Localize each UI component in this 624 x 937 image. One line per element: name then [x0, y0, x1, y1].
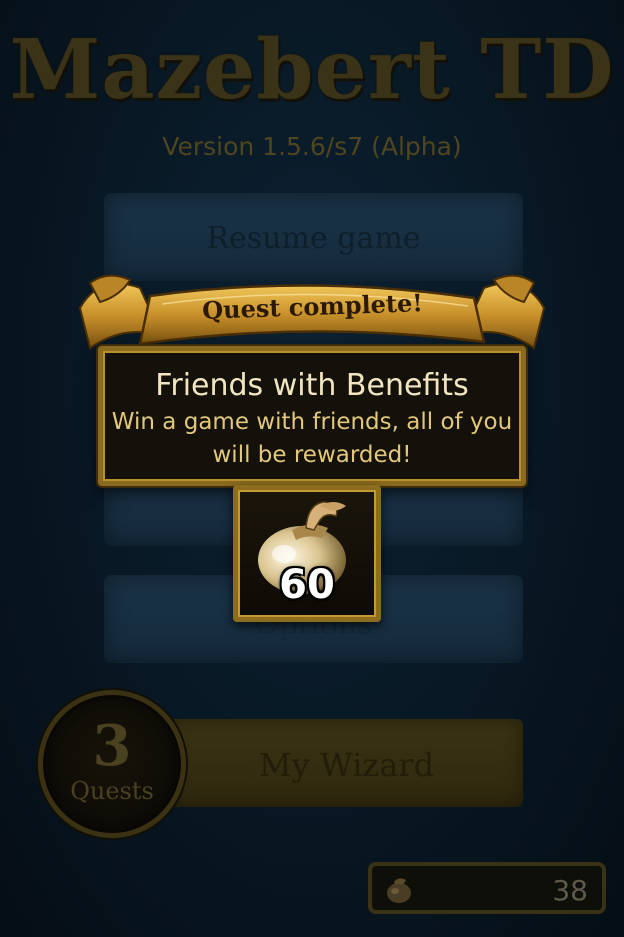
quests-badge[interactable]: 3 Quests — [38, 690, 186, 838]
quests-count: 3 — [92, 713, 132, 779]
reward-amount: 60 — [279, 562, 335, 608]
resume-game-label: Resume game — [206, 221, 421, 256]
game-title: Mazebert TD — [9, 22, 615, 118]
quest-description: Win a game with friends, all of you will… — [111, 409, 513, 468]
reward-tile: 60 — [233, 485, 381, 622]
quest-name: Friends with Benefits — [155, 368, 469, 403]
version-label: Version 1.5.6/s7 (Alpha) — [162, 132, 462, 161]
money-bag-icon — [387, 878, 411, 903]
coin-count: 38 — [552, 874, 588, 907]
coin-counter: 38 — [368, 862, 606, 914]
my-wizard-button[interactable]: My Wizard — [170, 719, 523, 807]
my-wizard-label: My Wizard — [258, 746, 435, 784]
quests-label: Quests — [70, 777, 154, 805]
